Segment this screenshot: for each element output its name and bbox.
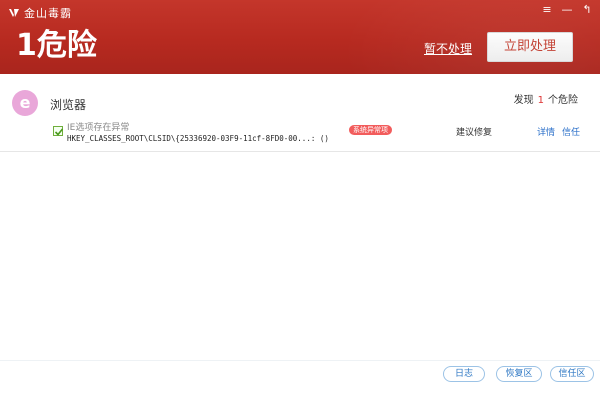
browser-section: e 浏览器 发现 1 个危险 IE选项存在异常 HKEY_CLASSES_ROOT\… <box>0 74 600 152</box>
risk-item-row: IE选项存在异常 HKEY_CLASSES_ROOT\CLSID\{253369… <box>0 117 600 151</box>
app-logo: 金山毒霸 <box>8 5 72 21</box>
back-icon[interactable]: ↰ <box>580 3 594 17</box>
ignore-link[interactable]: 暂不处理 <box>424 40 472 57</box>
item-suggested-action: 建议修复 <box>456 128 493 138</box>
footer-bar: 日志 恢复区 信任区 <box>0 360 600 411</box>
risk-count-title: 1危险 <box>16 28 97 63</box>
item-detail-link[interactable]: 详情 <box>537 125 555 138</box>
item-title: IE选项存在异常 <box>67 123 130 133</box>
minimize-icon[interactable]: — <box>560 3 574 17</box>
item-registry-path: HKEY_CLASSES_ROOT\CLSID\{25336920-03F9-1… <box>67 134 329 143</box>
duba-logo-icon <box>9 9 19 17</box>
menu-icon[interactable]: ≡ <box>540 3 554 17</box>
item-checkbox[interactable] <box>53 126 64 136</box>
checkmark-icon <box>54 128 64 136</box>
log-button[interactable]: 日志 <box>443 366 485 382</box>
item-category-badge: 系统异常项 <box>349 125 392 135</box>
found-count: 1 <box>537 95 544 106</box>
trust-zone-button[interactable]: 信任区 <box>550 366 594 382</box>
section-title: 浏览器 <box>50 98 87 112</box>
restore-zone-button[interactable]: 恢复区 <box>496 366 542 382</box>
fix-now-button[interactable]: 立即处理 <box>487 32 573 62</box>
app-name: 金山毒霸 <box>24 7 72 20</box>
found-summary: 发现 1 个危险 <box>514 91 578 106</box>
window-controls: ≡ — ↰ <box>540 3 594 17</box>
found-suffix: 个危险 <box>548 95 578 106</box>
header-bar: 金山毒霸 ≡ — ↰ 1危险 暂不处理 立即处理 <box>0 0 600 74</box>
found-prefix: 发现 <box>513 95 534 106</box>
item-trust-link[interactable]: 信任 <box>562 125 580 138</box>
browser-icon: e <box>12 90 38 116</box>
